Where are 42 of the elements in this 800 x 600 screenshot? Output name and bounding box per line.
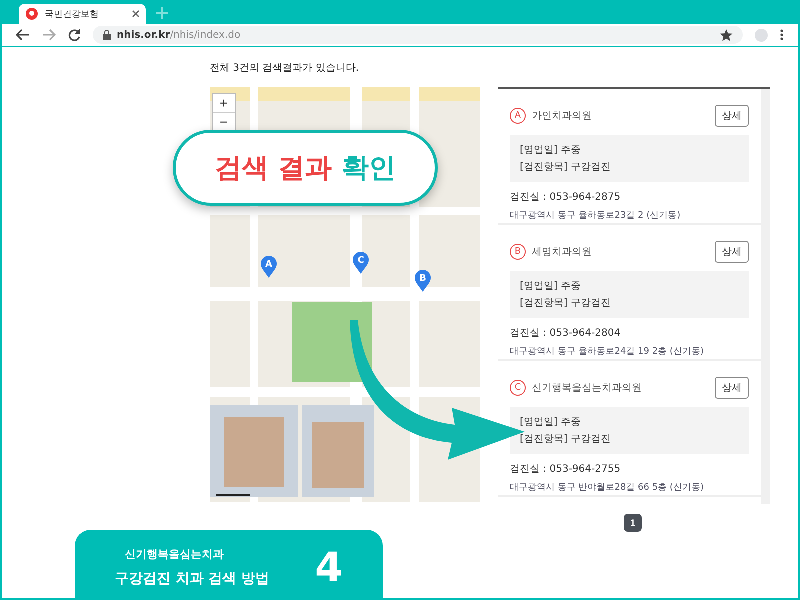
business-days: [영업일] 주중 xyxy=(520,415,739,429)
checkup-items: [검진항목] 구강검진 xyxy=(520,161,612,174)
logo-icon xyxy=(25,7,39,21)
step-number: 4 xyxy=(315,544,343,590)
badge-title: 구강검진 치과 검색 방법 xyxy=(115,570,271,588)
callout-text: 확인 xyxy=(342,152,396,186)
close-icon[interactable] xyxy=(132,10,140,18)
clinic-address: 대구광역시 동구 율하동로24길 19 2층 (신기동) xyxy=(510,346,705,358)
map-marker[interactable]: B xyxy=(415,270,432,292)
callout-text: 검색 결과 xyxy=(214,152,332,186)
map-marker[interactable]: C xyxy=(353,252,370,274)
detail-button[interactable]: 상세 xyxy=(715,377,749,399)
clinic-name[interactable]: 가인치과의원 xyxy=(532,109,709,123)
star-icon[interactable] xyxy=(720,28,733,42)
map-marker[interactable]: A xyxy=(261,256,278,278)
phone-number: 검진실 : 053-964-2755 xyxy=(510,463,622,476)
checkup-items: [검진항목] 구강검진 xyxy=(520,433,612,446)
back-icon[interactable] xyxy=(16,29,30,41)
result-count: 전체 3건의 검색결과가 있습니다. xyxy=(210,62,360,75)
business-days: [영업일] 주중 xyxy=(520,143,739,157)
checkup-items: [검진항목] 구강검진 xyxy=(520,297,612,310)
clinic-name[interactable]: 세명치과의원 xyxy=(532,245,709,259)
clinic-name[interactable]: 신기행복을심는치과의원 xyxy=(532,381,709,395)
detail-button[interactable]: 상세 xyxy=(715,105,749,127)
url-text: nhis.or.kr/nhis/index.do xyxy=(117,30,241,40)
result-letter: B xyxy=(510,244,526,260)
badge-subtitle: 신기행복을심는치과 xyxy=(124,547,225,562)
address-bar[interactable]: nhis.or.kr/nhis/index.do xyxy=(93,26,743,44)
phone-number: 검진실 : 053-964-2804 xyxy=(510,327,622,340)
detail-button[interactable]: 상세 xyxy=(715,241,749,263)
page-button[interactable]: 1 xyxy=(624,514,642,532)
tab-title: 국민건강보험 xyxy=(45,8,100,20)
clinic-address: 대구광역시 동구 율하동로23길 2 (신기동) xyxy=(510,210,682,222)
clinic-address: 대구광역시 동구 반야월로28길 66 5층 (신기동) xyxy=(510,482,705,494)
scrollbar[interactable] xyxy=(761,89,770,504)
menu-icon[interactable] xyxy=(780,29,784,41)
business-days: [영업일] 주중 xyxy=(520,279,739,293)
reload-icon[interactable] xyxy=(68,28,81,42)
browser-tab[interactable]: 국민건강보험 xyxy=(19,4,146,24)
result-letter: A xyxy=(510,108,526,124)
lock-icon xyxy=(103,30,111,40)
phone-number: 검진실 : 053-964-2875 xyxy=(510,191,622,204)
